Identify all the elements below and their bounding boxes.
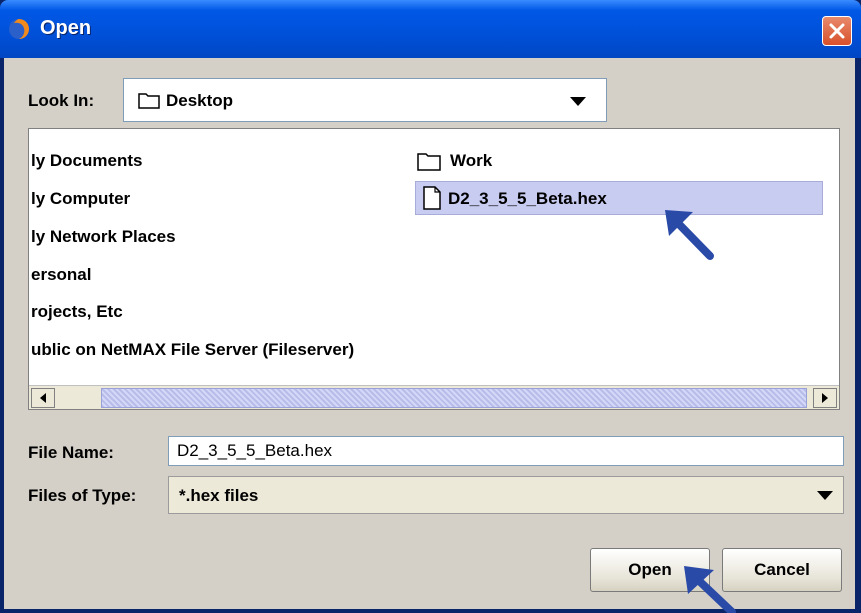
file-type-value: *.hex files [179, 486, 259, 505]
list-item[interactable]: rojects, Etc [31, 302, 123, 322]
file-type-combo[interactable]: *.hex files [168, 476, 844, 514]
list-item[interactable]: ly Network Places [31, 227, 176, 247]
file-icon [423, 186, 441, 210]
close-icon [829, 23, 845, 39]
arrow-left-icon [40, 393, 46, 403]
firefox-icon [9, 19, 29, 39]
open-dialog-window: Open Look In: Desktop ly Documents ly Co… [0, 0, 861, 613]
file-name-field[interactable]: D2_3_5_5_Beta.hex [168, 436, 844, 466]
chevron-down-icon[interactable] [817, 491, 833, 500]
list-item-label: D2_3_5_5_Beta.hex [448, 189, 607, 208]
list-item-selected[interactable]: D2_3_5_5_Beta.hex [415, 181, 823, 215]
scroll-track[interactable] [57, 388, 97, 408]
folder-icon [417, 153, 441, 171]
chevron-down-icon[interactable] [570, 97, 586, 106]
pointer-arrow-icon [684, 566, 736, 613]
close-button[interactable] [822, 16, 852, 46]
title-bar[interactable]: Open [0, 0, 861, 58]
scroll-thumb[interactable] [101, 388, 807, 408]
list-item-work[interactable]: Work [417, 147, 617, 177]
list-item-label: Work [450, 151, 493, 170]
scroll-left-button[interactable] [31, 388, 55, 408]
file-list[interactable]: ly Documents ly Computer ly Network Plac… [28, 128, 840, 410]
list-item[interactable]: ly Computer [31, 189, 130, 209]
scroll-right-button[interactable] [813, 388, 837, 408]
arrow-right-icon [822, 393, 828, 403]
list-item[interactable]: ersonal [31, 265, 91, 285]
pointer-arrow-icon [665, 210, 714, 260]
file-type-label: Files of Type: [28, 486, 137, 505]
look-in-value: Desktop [166, 91, 234, 110]
look-in-label: Look In: [28, 91, 95, 110]
file-name-label: File Name: [28, 443, 114, 462]
horizontal-scrollbar[interactable] [29, 385, 839, 409]
look-in-combo[interactable]: Desktop [123, 78, 607, 122]
folder-icon [138, 93, 160, 109]
dialog-body: Look In: Desktop ly Documents ly Compute… [4, 58, 855, 609]
list-item[interactable]: ly Documents [31, 151, 142, 171]
window-title: Open [40, 17, 92, 39]
list-item[interactable]: ublic on NetMAX File Server (Fileserver) [31, 340, 354, 360]
